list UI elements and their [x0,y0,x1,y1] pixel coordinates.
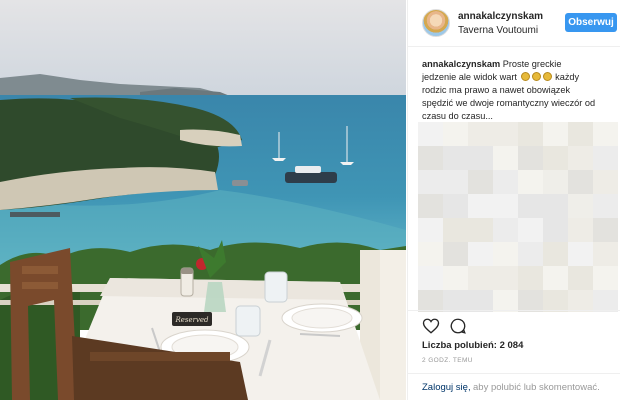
location-link[interactable]: Taverna Voutoumi [458,25,538,36]
post-caption: annakalczynskam Proste greckie jedzenie … [422,58,614,123]
pixelated-cell [443,122,468,146]
pixelated-cell [518,170,543,194]
pixelated-cell [518,146,543,170]
pixelated-cell [468,170,493,194]
pixelated-cell [568,242,593,266]
caption-line-4: rodzic ma prawo a nawet obowiązek [422,85,571,95]
pixelated-cell [518,242,543,266]
reserved-sign: Reserved [174,316,209,324]
pixelated-cell [493,266,518,290]
pixelated-cell [493,290,518,312]
pixelated-cell [443,242,468,266]
pixelated-cell [593,290,618,312]
caption-line-3: każdy [555,72,580,82]
pixelated-comments [418,122,618,312]
pixelated-cell [518,194,543,218]
pixelated-cell [468,290,493,312]
likes-count[interactable]: Liczba polubień: 2 084 [422,340,523,351]
pixelated-cell [543,170,568,194]
smiley-emoji-icon [542,72,552,81]
pixelated-cell [493,194,518,218]
pixelated-cell [543,146,568,170]
pixelated-cell [593,170,618,194]
pixelated-cell [443,194,468,218]
pixelated-cell [568,290,593,312]
pixelated-cell [518,122,543,146]
avatar[interactable] [422,9,450,37]
pixelated-cell [418,218,443,242]
pixelated-cell [518,218,543,242]
smiley-emoji-icon [520,72,530,81]
pixelated-cell [543,194,568,218]
pixelated-cell [543,122,568,146]
caption-line-6: czasu do czasu... [422,111,493,121]
instagram-post: Reserved annakalczynskam Taverna Voutoum… [0,0,620,400]
pixelated-cell [468,194,493,218]
pixelated-cell [593,194,618,218]
pixelated-cell [468,218,493,242]
pixelated-cell [443,290,468,312]
pixelated-cell [568,146,593,170]
pixelated-cell [568,170,593,194]
pixelated-cell [418,170,443,194]
pixelated-cell [543,266,568,290]
login-link[interactable]: Zaloguj się, [422,382,471,393]
pixelated-cell [568,218,593,242]
pixelated-cell [568,266,593,290]
pixelated-cell [593,122,618,146]
caption-line-5: spędzić we dwoje romantyczny wieczór od [422,98,596,108]
pixelated-cell [443,170,468,194]
pixelated-cell [518,266,543,290]
login-prompt: Zaloguj się, aby polubić lub skomentować… [408,373,620,402]
follow-button[interactable]: Obserwuj [565,13,617,32]
pixelated-cell [493,146,518,170]
pixelated-cell [593,242,618,266]
pixelated-cell [593,218,618,242]
caption-line-2: jedzenie ale widok wart [422,72,517,82]
pixelated-cell [493,122,518,146]
pixelated-cell [418,266,443,290]
pixelated-cell [443,146,468,170]
pixelated-cell [518,290,543,312]
post-actions: Liczba polubień: 2 084 2 GODZ. TEMU Zalo… [408,310,620,401]
post-timestamp: 2 GODZ. TEMU [422,357,473,364]
post-side-panel: annakalczynskam Taverna Voutoumi Obserwu… [407,0,620,400]
comment-icon[interactable] [449,317,467,335]
pixelated-cell [593,146,618,170]
pixelated-cell [543,218,568,242]
pixelated-cell [418,242,443,266]
pixelated-cell [493,170,518,194]
pixelated-cell [493,242,518,266]
pixelated-cell [593,266,618,290]
pixelated-cell [493,218,518,242]
login-prompt-text: aby polubić lub skomentować. [473,382,600,393]
pixelated-cell [468,242,493,266]
smiley-emoji-icon [531,72,541,81]
username-link[interactable]: annakalczynskam [458,11,543,22]
caption-line-1: Proste greckie [502,59,562,69]
pixelated-cell [418,122,443,146]
post-header: annakalczynskam Taverna Voutoumi Obserwu… [408,0,620,47]
pixelated-cell [543,242,568,266]
heart-icon[interactable] [422,317,440,335]
pixelated-cell [443,266,468,290]
caption-username[interactable]: annakalczynskam [422,59,500,69]
pixelated-cell [443,218,468,242]
pixelated-cell [568,122,593,146]
pixelated-cell [543,290,568,312]
pixelated-cell [418,290,443,312]
post-photo: Reserved [0,0,406,400]
pixelated-cell [468,122,493,146]
pixelated-cell [418,194,443,218]
pixelated-cell [468,266,493,290]
pixelated-cell [568,194,593,218]
pixelated-cell [418,146,443,170]
pixelated-cell [468,146,493,170]
